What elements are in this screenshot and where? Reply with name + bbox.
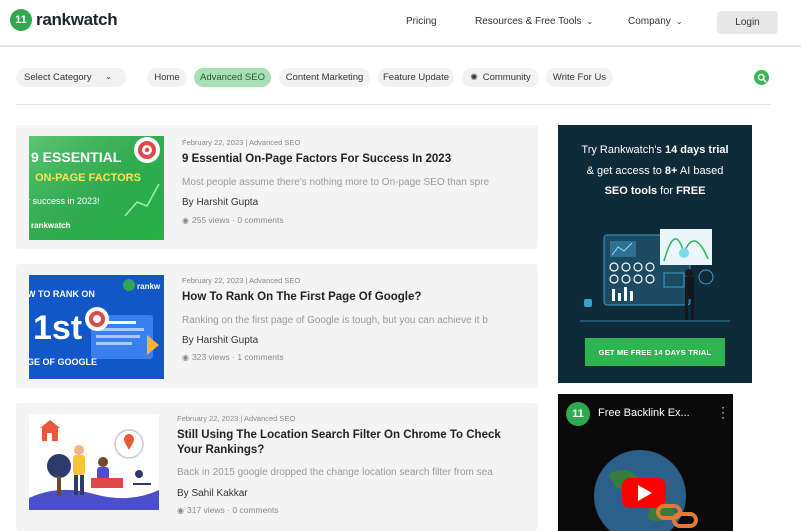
category-divider [16,104,771,105]
thumb-line3: GE OF GOOGLE [29,357,97,367]
ad-line-3-bold2: FREE [676,185,706,197]
article-thumbnail[interactable] [29,414,159,510]
video-embed[interactable]: 11 Free Backlink Ex... · · · [558,394,733,531]
article-stats: ◉ 317 views · 0 comments [177,505,279,515]
article-card[interactable]: February 22, 2023 | Advanced SEO Still U… [16,403,538,531]
nav-resources[interactable]: Resources & Free Tools ⌄ [475,16,593,27]
thumb-line2: ON-PAGE FACTORS [35,172,141,184]
free-trial-button[interactable]: GET ME FREE 14 DAYS TRIAL [585,338,725,366]
ad-line-3: SEO tools for FREE [558,185,752,197]
trial-ad-banner[interactable]: Try Rankwatch's 14 days trial & get acce… [558,125,752,383]
tab-home[interactable]: Home [147,68,187,87]
chevron-down-icon: ⌄ [586,17,594,26]
category-select[interactable]: Select Category ⌄ [16,68,126,87]
article-title[interactable]: Still Using The Location Search Filter O… [177,428,517,458]
ad-line-1-pre: Try Rankwatch's [581,144,665,156]
eye-icon: ◉ [177,506,184,515]
nav-pricing[interactable]: Pricing [406,16,437,27]
ad-line-3-bold: SEO tools [604,185,658,197]
ad-line-2: & get access to 8+ AI based [558,165,752,177]
article-excerpt: Back in 2015 google dropped the change l… [177,467,493,478]
article-stats: ◉ 323 views · 1 comments [182,352,284,362]
article-thumbnail[interactable]: 9 ESSENTIAL ON-PAGE FACTORS r success in… [29,136,164,240]
thumb-line3: r success in 2023! [29,196,100,206]
article-stats: ◉ 255 views · 0 comments [182,215,284,225]
search-icon [757,73,767,83]
brand-logo[interactable]: 11 rankwatch [10,9,118,31]
search-button[interactable] [754,70,769,85]
tab-feature-update[interactable]: Feature Update [378,68,454,87]
eye-icon: ◉ [182,353,189,362]
site-header: 11 rankwatch Pricing Resources & Free To… [0,0,801,47]
logo-mark-icon: 11 [10,9,32,31]
nav-resources-label: Resources & Free Tools [475,16,582,27]
article-title[interactable]: 9 Essential On-Page Factors For Success … [182,152,522,167]
article-stats-text: 317 views · 0 comments [186,505,279,515]
eye-icon: ◉ [182,216,189,225]
article-meta: February 22, 2023 | Advanced SEO [182,276,301,285]
tab-write-for-us[interactable]: Write For Us [546,68,613,87]
video-title[interactable]: Free Backlink Ex... [598,407,690,419]
article-author[interactable]: By Harshit Gupta [182,335,258,346]
tab-community[interactable]: ✺ Community [462,68,539,87]
category-select-label: Select Category [24,72,92,83]
article-card[interactable]: rankw W TO RANK ON 1st GE OF GOOGLE Febr… [16,264,538,388]
video-thumbnail [594,450,698,531]
login-button[interactable]: Login [717,11,778,34]
ad-line-1-bold: 14 days trial [665,144,729,156]
article-meta: February 22, 2023 | Advanced SEO [177,414,296,423]
article-excerpt: Most people assume there's nothing more … [182,177,490,188]
ad-line-2-bold: 8+ [664,165,678,177]
article-stats-text: 255 views · 0 comments [191,215,284,225]
tab-content-marketing[interactable]: Content Marketing [279,68,370,87]
article-author[interactable]: By Sahil Kakkar [177,488,248,499]
article-stats-text: 323 views · 1 comments [191,352,284,362]
ad-line-2-post: AI based [677,165,724,177]
thumb-brand: rankw [137,282,161,291]
chevron-down-icon: ⌄ [105,72,112,81]
thumb-line1: W TO RANK ON [29,289,95,299]
tab-advanced-seo[interactable]: Advanced SEO [194,68,271,87]
article-excerpt: Ranking on the first page of Google is t… [182,315,488,326]
article-author[interactable]: By Harshit Gupta [182,197,258,208]
nav-pricing-label: Pricing [406,16,437,27]
thumb-line2: 1st [33,309,82,347]
community-icon: ✺ [470,72,478,82]
article-title[interactable]: How To Rank On The First Page Of Google? [182,290,522,305]
article-meta: February 22, 2023 | Advanced SEO [182,138,301,147]
more-options-icon[interactable]: · · · [720,401,726,423]
logo-text: rankwatch [36,10,118,29]
article-thumbnail[interactable]: rankw W TO RANK ON 1st GE OF GOOGLE [29,275,164,379]
thumb-brand: rankwatch [31,221,71,230]
nav-company-label: Company [628,16,671,27]
ad-line-3-post: for [657,185,677,197]
thumb-line1: 9 ESSENTIAL [31,149,122,165]
dashboard-illustration [580,229,730,322]
nav-company[interactable]: Company ⌄ [628,16,683,27]
channel-logo-icon: 11 [566,402,590,426]
tab-community-label: Community [482,72,531,83]
ad-line-2-pre: & get access to [586,165,665,177]
category-bar: Select Category ⌄ Home Advanced SEO Cont… [0,66,801,90]
chevron-down-icon: ⌄ [675,17,683,26]
ad-line-1: Try Rankwatch's 14 days trial [558,144,752,156]
article-card[interactable]: 9 ESSENTIAL ON-PAGE FACTORS r success in… [16,125,538,249]
